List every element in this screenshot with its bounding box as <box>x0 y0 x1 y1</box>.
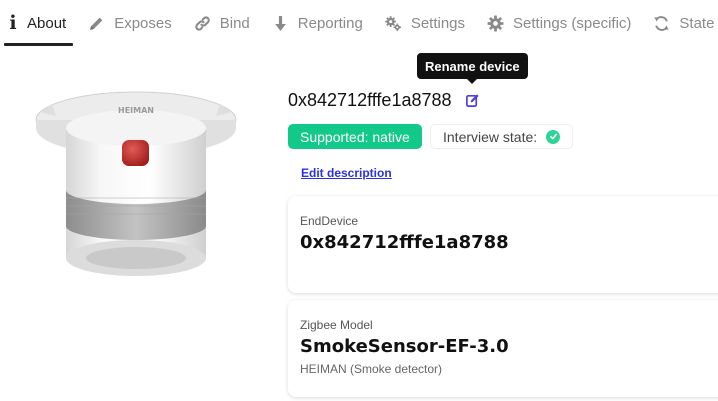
sync-icon <box>653 15 670 32</box>
tab-reporting-label: Reporting <box>297 14 363 32</box>
device-type-card: EndDevice 0x842712fffe1a8788 <box>288 196 718 293</box>
tab-bind-label: Bind <box>219 14 250 32</box>
gear-icon <box>487 15 504 32</box>
tab-settings-specific[interactable]: Settings (specific) <box>476 0 642 46</box>
supported-badge: Supported: native <box>288 124 422 149</box>
zigbee-model-card: Zigbee Model SmokeSensor-EF-3.0 HEIMAN (… <box>288 300 718 397</box>
tab-exposes[interactable]: Exposes <box>77 0 183 46</box>
interview-state: Interview state: <box>430 124 574 149</box>
tab-about[interactable]: i About <box>0 0 77 46</box>
cogs-icon <box>385 15 402 32</box>
tab-bar: i About Exposes Bind Reporting Settings … <box>0 0 718 46</box>
arrow-down-icon <box>272 15 289 32</box>
interview-state-label: Interview state: <box>443 128 538 145</box>
tab-bind[interactable]: Bind <box>183 0 261 46</box>
rename-tooltip: Rename device <box>417 53 528 84</box>
tab-settings[interactable]: Settings <box>374 0 476 46</box>
check-icon <box>546 129 561 144</box>
tab-reporting[interactable]: Reporting <box>261 0 374 46</box>
edit-description-link[interactable]: Edit description <box>301 166 392 180</box>
tab-settings-specific-label: Settings (specific) <box>513 14 632 32</box>
info-icon: i <box>9 12 17 34</box>
zigbee-model-label: Zigbee Model <box>300 318 373 332</box>
edit-icon <box>466 94 479 107</box>
pencil-icon <box>88 15 105 32</box>
tab-exposes-label: Exposes <box>114 14 172 32</box>
tab-state-label: State <box>679 14 715 32</box>
device-type-label: EndDevice <box>300 214 359 228</box>
zigbee-model-description: HEIMAN (Smoke detector) <box>300 362 443 376</box>
tab-settings-label: Settings <box>410 14 466 32</box>
link-icon <box>194 15 211 32</box>
tab-about-label: About <box>27 14 67 32</box>
rename-tooltip-text: Rename device <box>425 58 520 74</box>
tab-state[interactable]: State <box>642 0 718 46</box>
rename-button[interactable] <box>465 93 480 108</box>
device-type-value: 0x842712fffe1a8788 <box>300 232 509 253</box>
device-image: HEIMAN <box>35 91 237 276</box>
supported-badge-text: Supported: native <box>300 128 410 145</box>
zigbee-model-value: SmokeSensor-EF-3.0 <box>300 336 509 357</box>
device-ieee-address: 0x842712fffe1a8788 <box>288 90 452 110</box>
device-brand-label: HEIMAN <box>118 106 154 115</box>
